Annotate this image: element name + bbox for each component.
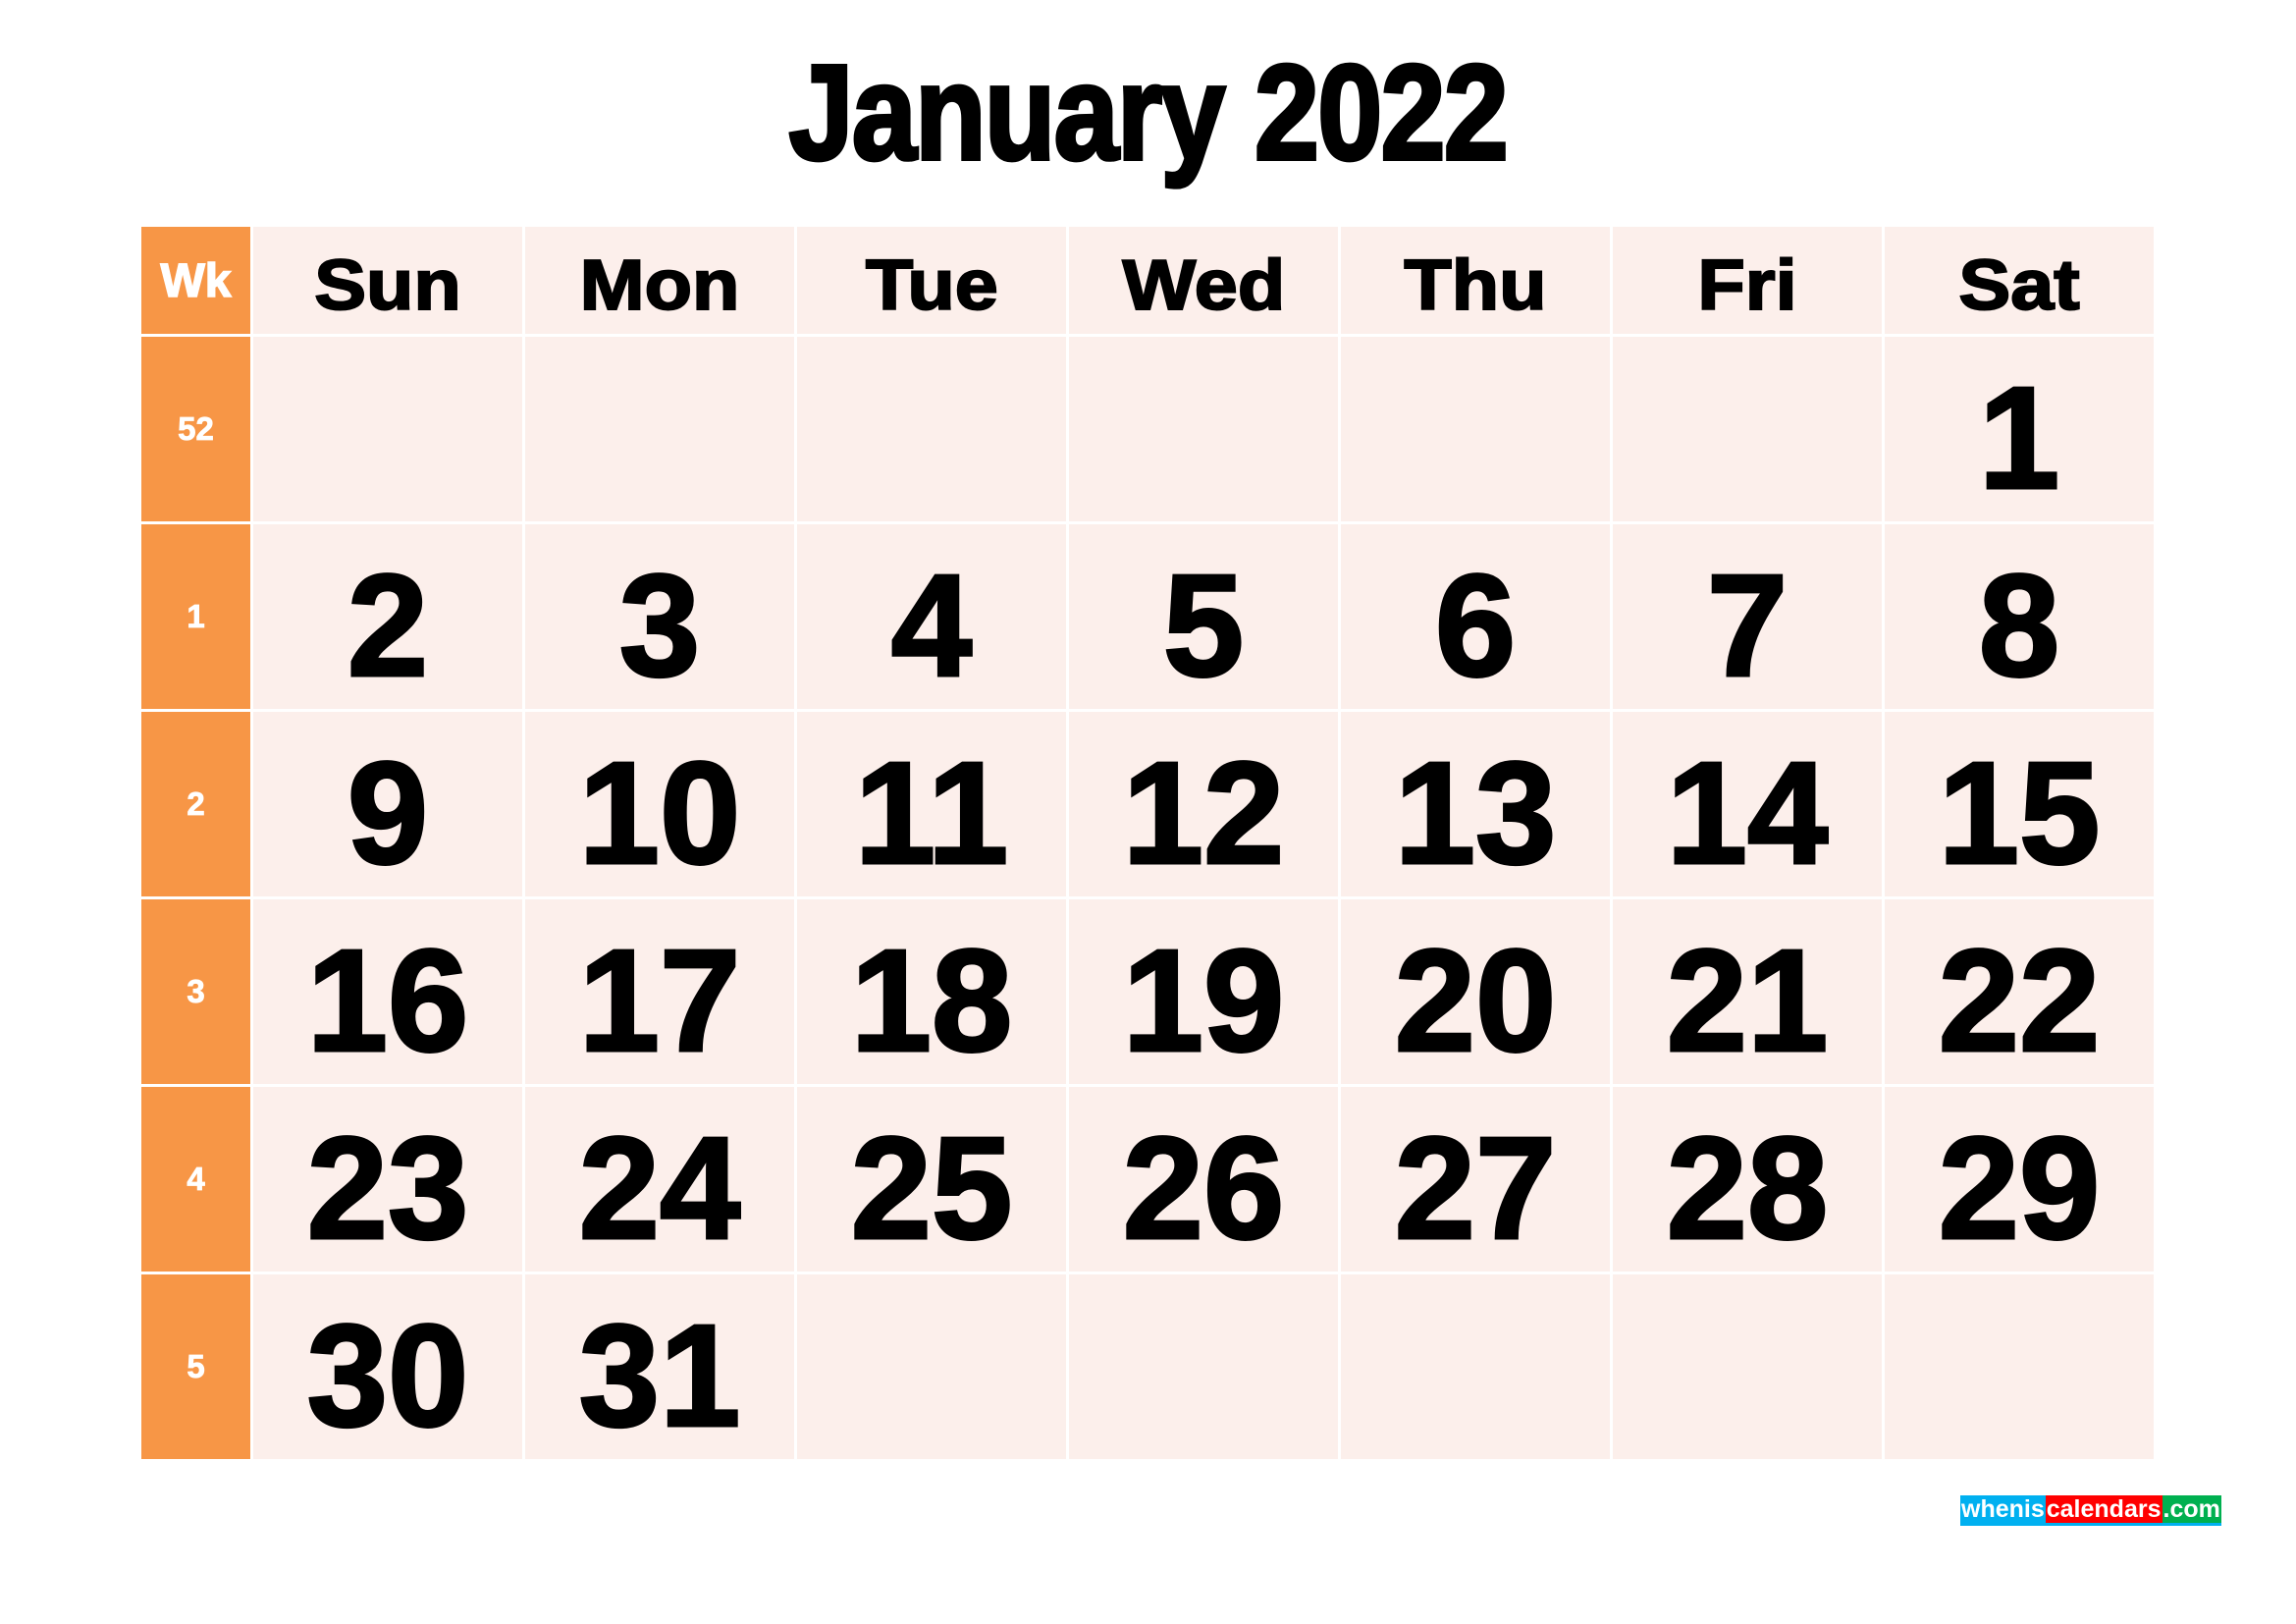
- weekday-header-sat: Sat: [1885, 227, 2154, 334]
- day-cell: [797, 1274, 1066, 1459]
- day-cell: 15: [1885, 712, 2154, 896]
- day-cell: 27: [1341, 1087, 1610, 1272]
- weekday-label: Thu: [1403, 245, 1547, 326]
- weekday-header-sun: Sun: [253, 227, 522, 334]
- day-cell: 10: [525, 712, 794, 896]
- day-cell: 6: [1341, 524, 1610, 709]
- week-number: 1: [141, 524, 250, 709]
- weekday-header-tue: Tue: [797, 227, 1066, 334]
- day-cell: 8: [1885, 524, 2154, 709]
- day-cell: 12: [1069, 712, 1338, 896]
- weekday-label: Mon: [579, 245, 741, 326]
- weekday-label: Tue: [864, 245, 998, 326]
- calendar-grid: Wk Sun Mon Tue Wed Thu Fri Sat 52 1 1 2 …: [141, 227, 2154, 1459]
- day-cell: [797, 337, 1066, 521]
- day-cell: 22: [1885, 899, 2154, 1084]
- day-cell: [525, 337, 794, 521]
- day-cell: 25: [797, 1087, 1066, 1272]
- watermark-link[interactable]: whenis calendars .com: [1960, 1495, 2221, 1526]
- week-number: 3: [141, 899, 250, 1084]
- day-cell: 19: [1069, 899, 1338, 1084]
- day-cell: 7: [1613, 524, 1882, 709]
- day-cell: 21: [1613, 899, 1882, 1084]
- week-number: 2: [141, 712, 250, 896]
- day-cell: 23: [253, 1087, 522, 1272]
- day-cell: 31: [525, 1274, 794, 1459]
- day-cell: [1341, 337, 1610, 521]
- watermark-part-com: .com: [2162, 1495, 2221, 1523]
- day-cell: [253, 337, 522, 521]
- day-cell: 2: [253, 524, 522, 709]
- weekday-label: Wed: [1121, 245, 1286, 326]
- week-number: 4: [141, 1087, 250, 1272]
- day-cell: 17: [525, 899, 794, 1084]
- day-cell: 26: [1069, 1087, 1338, 1272]
- day-cell: 13: [1341, 712, 1610, 896]
- day-cell: 18: [797, 899, 1066, 1084]
- day-cell: 5: [1069, 524, 1338, 709]
- day-cell: 28: [1613, 1087, 1882, 1272]
- weekday-header-thu: Thu: [1341, 227, 1610, 334]
- day-cell: 11: [797, 712, 1066, 896]
- day-cell: 14: [1613, 712, 1882, 896]
- watermark-part-calendars: calendars: [2045, 1495, 2163, 1523]
- week-number: 52: [141, 337, 250, 521]
- weekday-header-mon: Mon: [525, 227, 794, 334]
- day-cell: 3: [525, 524, 794, 709]
- day-cell: 4: [797, 524, 1066, 709]
- day-cell: 20: [1341, 899, 1610, 1084]
- week-column-header: Wk: [141, 227, 250, 334]
- day-cell: [1341, 1274, 1610, 1459]
- watermark-part-whenis: whenis: [1960, 1495, 2046, 1523]
- day-cell: 16: [253, 899, 522, 1084]
- day-cell: 24: [525, 1087, 794, 1272]
- day-cell: [1613, 1274, 1882, 1459]
- weekday-label: Sat: [1957, 245, 2080, 326]
- weekday-header-fri: Fri: [1613, 227, 1882, 334]
- day-cell: [1613, 337, 1882, 521]
- day-cell: 29: [1885, 1087, 2154, 1272]
- month-year-heading: January 2022: [787, 37, 1511, 189]
- day-cell: [1069, 1274, 1338, 1459]
- weekday-label: Fri: [1696, 245, 1797, 326]
- day-cell: [1885, 1274, 2154, 1459]
- day-cell: 9: [253, 712, 522, 896]
- day-cell: 30: [253, 1274, 522, 1459]
- calendar-title: January 2022: [0, 37, 2296, 189]
- weekday-label: Sun: [313, 245, 462, 326]
- week-number: 5: [141, 1274, 250, 1459]
- day-cell: [1069, 337, 1338, 521]
- weekday-header-wed: Wed: [1069, 227, 1338, 334]
- day-cell: 1: [1885, 337, 2154, 521]
